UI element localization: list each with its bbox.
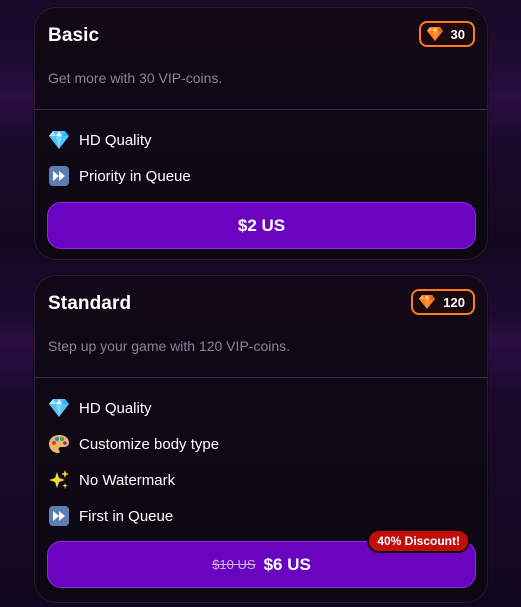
feature-label: HD Quality	[79, 399, 152, 417]
plan-title: Standard	[48, 293, 132, 314]
feature-label: HD Quality	[79, 131, 152, 149]
plan-card-standard: Standard 120 Step up your game with 120 …	[34, 275, 488, 603]
feature-label: Priority in Queue	[79, 167, 191, 185]
coin-count: 30	[450, 26, 465, 42]
feature-list: HD Quality Customize body type No Waterm…	[47, 390, 219, 534]
price-label: $2 US	[237, 215, 286, 235]
palette-icon	[47, 432, 71, 456]
discount-badge: 40% Discount!	[367, 529, 470, 553]
divider	[35, 377, 487, 378]
gem-icon	[419, 295, 436, 309]
feature-item: Priority in Queue	[47, 158, 191, 194]
fast-forward-icon	[47, 164, 71, 188]
divider	[35, 109, 487, 110]
gem-icon	[426, 27, 443, 41]
original-price: $10 US	[212, 557, 256, 572]
sparkles-icon	[47, 468, 71, 492]
plan-subtitle: Get more with 30 VIP-coins.	[48, 70, 223, 86]
fast-forward-icon	[47, 504, 71, 528]
plan-card-basic: Basic 30 Get more with 30 VIP-coins. HD	[34, 7, 488, 260]
price-label: $6 US	[263, 554, 311, 574]
diamond-icon	[47, 396, 71, 420]
plan-title: Basic	[48, 25, 100, 46]
plan-subtitle: Step up your game with 120 VIP-coins.	[48, 338, 291, 354]
coin-badge: 120	[411, 289, 475, 315]
feature-item: HD Quality	[47, 122, 191, 158]
feature-item: Customize body type	[47, 426, 219, 462]
feature-item: First in Queue	[47, 498, 219, 534]
diamond-icon	[47, 128, 71, 152]
feature-list: HD Quality Priority in Queue	[47, 122, 191, 194]
feature-label: Customize body type	[79, 435, 220, 453]
coin-badge: 30	[418, 21, 475, 47]
feature-label: No Watermark	[79, 471, 176, 489]
buy-button-basic[interactable]: $2 US	[47, 202, 476, 249]
coin-count: 120	[443, 294, 465, 310]
feature-item: HD Quality	[47, 390, 219, 426]
feature-item: No Watermark	[47, 462, 219, 498]
feature-label: First in Queue	[79, 507, 174, 525]
